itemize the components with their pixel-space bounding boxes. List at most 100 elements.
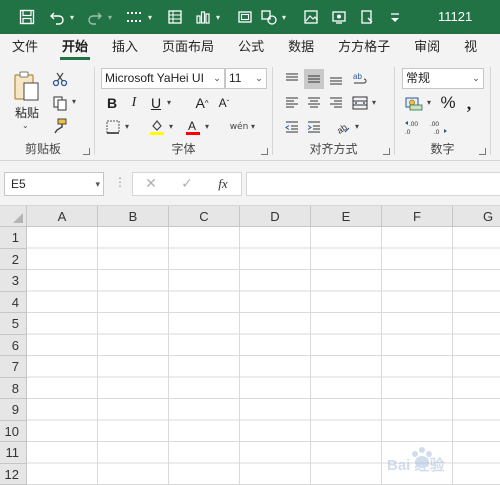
row-header-6[interactable]: 6 bbox=[0, 334, 27, 356]
bold-button[interactable]: B bbox=[103, 93, 121, 113]
fill-color-dropdown-icon[interactable]: ▾ bbox=[169, 122, 173, 131]
clipboard-icon[interactable] bbox=[356, 6, 378, 28]
chevron-down-icon[interactable]: ▾ bbox=[95, 173, 100, 195]
cancel-icon[interactable]: ✕ bbox=[133, 176, 169, 192]
copy-icon[interactable] bbox=[50, 93, 70, 113]
tab-insert[interactable]: 插入 bbox=[100, 34, 150, 61]
font-name-select[interactable]: Microsoft YaHei UI ⌄ bbox=[101, 68, 225, 89]
row-header-7[interactable]: 7 bbox=[0, 356, 27, 378]
chart-dropdown-icon[interactable]: ▾ bbox=[216, 13, 226, 22]
name-box[interactable]: E5 ▾ bbox=[4, 172, 104, 196]
cut-icon[interactable] bbox=[50, 69, 70, 89]
accounting-format-icon[interactable] bbox=[403, 93, 425, 113]
font-size-select[interactable]: 11 ⌄ bbox=[225, 68, 267, 89]
tab-data[interactable]: 数据 bbox=[276, 34, 326, 61]
undo-icon[interactable] bbox=[46, 6, 68, 28]
row-header-8[interactable]: 8 bbox=[0, 377, 27, 399]
paste-button-label[interactable]: 粘贴 bbox=[10, 104, 44, 120]
chevron-down-icon[interactable]: ⌄ bbox=[469, 69, 483, 88]
alignment-launcher-icon[interactable] bbox=[383, 148, 390, 155]
row-header-10[interactable]: 10 bbox=[0, 420, 27, 442]
number-format-select[interactable]: 常规 ⌄ bbox=[402, 68, 484, 89]
orientation-dropdown-icon[interactable]: ▾ bbox=[355, 122, 359, 131]
formula-input[interactable] bbox=[246, 172, 500, 196]
phonetic-dropdown-icon[interactable]: ▾ bbox=[251, 122, 255, 131]
tab-review[interactable]: 审阅 bbox=[402, 34, 452, 61]
font-color-dropdown-icon[interactable]: ▾ bbox=[205, 122, 209, 131]
grow-font-button[interactable]: A ^ bbox=[193, 93, 211, 113]
column-header-a[interactable]: A bbox=[27, 206, 98, 227]
accounting-dropdown-icon[interactable]: ▾ bbox=[427, 98, 431, 107]
font-launcher-icon[interactable] bbox=[261, 148, 268, 155]
column-header-f[interactable]: F bbox=[382, 206, 453, 227]
form-icon[interactable] bbox=[164, 6, 186, 28]
align-middle-icon[interactable] bbox=[304, 69, 324, 89]
phonetic-button[interactable]: wén bbox=[229, 117, 249, 137]
row-header-5[interactable]: 5 bbox=[0, 313, 27, 335]
percent-style-button[interactable]: % bbox=[439, 92, 457, 114]
decrease-decimal-icon[interactable]: .00.0 bbox=[427, 117, 449, 137]
column-header-e[interactable]: E bbox=[311, 206, 382, 227]
tab-formulas[interactable]: 公式 bbox=[226, 34, 276, 61]
align-left-icon[interactable] bbox=[282, 93, 302, 113]
tab-home[interactable]: 开始 bbox=[50, 34, 100, 61]
italic-button[interactable]: I bbox=[125, 93, 143, 113]
chart-icon[interactable] bbox=[192, 6, 214, 28]
row-header-2[interactable]: 2 bbox=[0, 248, 27, 270]
comma-style-button[interactable]: , bbox=[461, 92, 477, 114]
align-bottom-icon[interactable] bbox=[326, 69, 346, 89]
fill-color-icon[interactable] bbox=[147, 117, 167, 137]
enter-icon[interactable]: ✓ bbox=[169, 176, 205, 192]
formula-bar-splitter-icon[interactable]: ⋮ bbox=[114, 175, 126, 189]
more-controls-dropdown-icon[interactable]: ▾ bbox=[148, 13, 158, 22]
chevron-down-icon[interactable]: ⌄ bbox=[252, 69, 266, 88]
tab-fangfanggezi[interactable]: 方方格子 bbox=[326, 34, 402, 61]
shapes-icon[interactable] bbox=[258, 6, 280, 28]
orientation-icon[interactable]: ab bbox=[333, 117, 353, 137]
align-top-icon[interactable] bbox=[282, 69, 302, 89]
merge-dropdown-icon[interactable]: ▾ bbox=[372, 98, 376, 107]
font-color-icon[interactable]: A bbox=[183, 117, 203, 137]
tab-page-layout[interactable]: 页面布局 bbox=[150, 34, 226, 61]
merge-center-icon[interactable] bbox=[350, 93, 370, 113]
chevron-down-icon[interactable]: ⌄ bbox=[210, 69, 224, 88]
clipboard-launcher-icon[interactable] bbox=[83, 148, 90, 155]
undo-dropdown-icon[interactable]: ▾ bbox=[70, 13, 80, 22]
number-launcher-icon[interactable] bbox=[479, 148, 486, 155]
shapes-dropdown-icon[interactable]: ▾ bbox=[282, 13, 292, 22]
border-dropdown-icon[interactable]: ▾ bbox=[125, 122, 129, 131]
format-painter-icon[interactable] bbox=[50, 116, 70, 136]
row-header-11[interactable]: 11 bbox=[0, 442, 27, 464]
decrease-indent-icon[interactable] bbox=[282, 117, 302, 137]
more-controls-icon[interactable] bbox=[124, 6, 146, 28]
insert-function-button[interactable]: fx bbox=[205, 176, 241, 192]
select-all-button[interactable] bbox=[0, 206, 27, 227]
increase-indent-icon[interactable] bbox=[304, 117, 324, 137]
picture-icon[interactable] bbox=[300, 6, 322, 28]
row-header-9[interactable]: 9 bbox=[0, 399, 27, 421]
align-center-icon[interactable] bbox=[304, 93, 324, 113]
increase-decimal-icon[interactable]: .00.0 bbox=[403, 117, 425, 137]
align-right-icon[interactable] bbox=[326, 93, 346, 113]
column-header-g[interactable]: G bbox=[453, 206, 500, 227]
underline-dropdown-icon[interactable]: ▾ bbox=[167, 98, 171, 107]
screenshot-icon[interactable] bbox=[328, 6, 350, 28]
row-header-1[interactable]: 1 bbox=[0, 227, 27, 249]
copy-dropdown-icon[interactable]: ▾ bbox=[72, 97, 76, 106]
wrap-text-icon[interactable]: ab bbox=[350, 69, 370, 89]
paste-dropdown-icon[interactable]: ⌄ bbox=[22, 121, 29, 130]
row-header-3[interactable]: 3 bbox=[0, 270, 27, 292]
customize-icon[interactable] bbox=[384, 6, 406, 28]
tab-view[interactable]: 视 bbox=[452, 34, 489, 61]
column-header-b[interactable]: B bbox=[98, 206, 169, 227]
paste-icon[interactable] bbox=[10, 69, 44, 103]
column-header-d[interactable]: D bbox=[240, 206, 311, 227]
border-icon[interactable] bbox=[103, 117, 123, 137]
shrink-font-button[interactable]: Aˇ bbox=[215, 93, 233, 113]
camera-icon[interactable] bbox=[234, 6, 256, 28]
column-header-c[interactable]: C bbox=[169, 206, 240, 227]
underline-button[interactable]: U bbox=[147, 93, 165, 113]
row-header-12[interactable]: 12 bbox=[0, 463, 27, 485]
row-header-4[interactable]: 4 bbox=[0, 291, 27, 313]
tab-file[interactable]: 文件 bbox=[0, 34, 50, 61]
